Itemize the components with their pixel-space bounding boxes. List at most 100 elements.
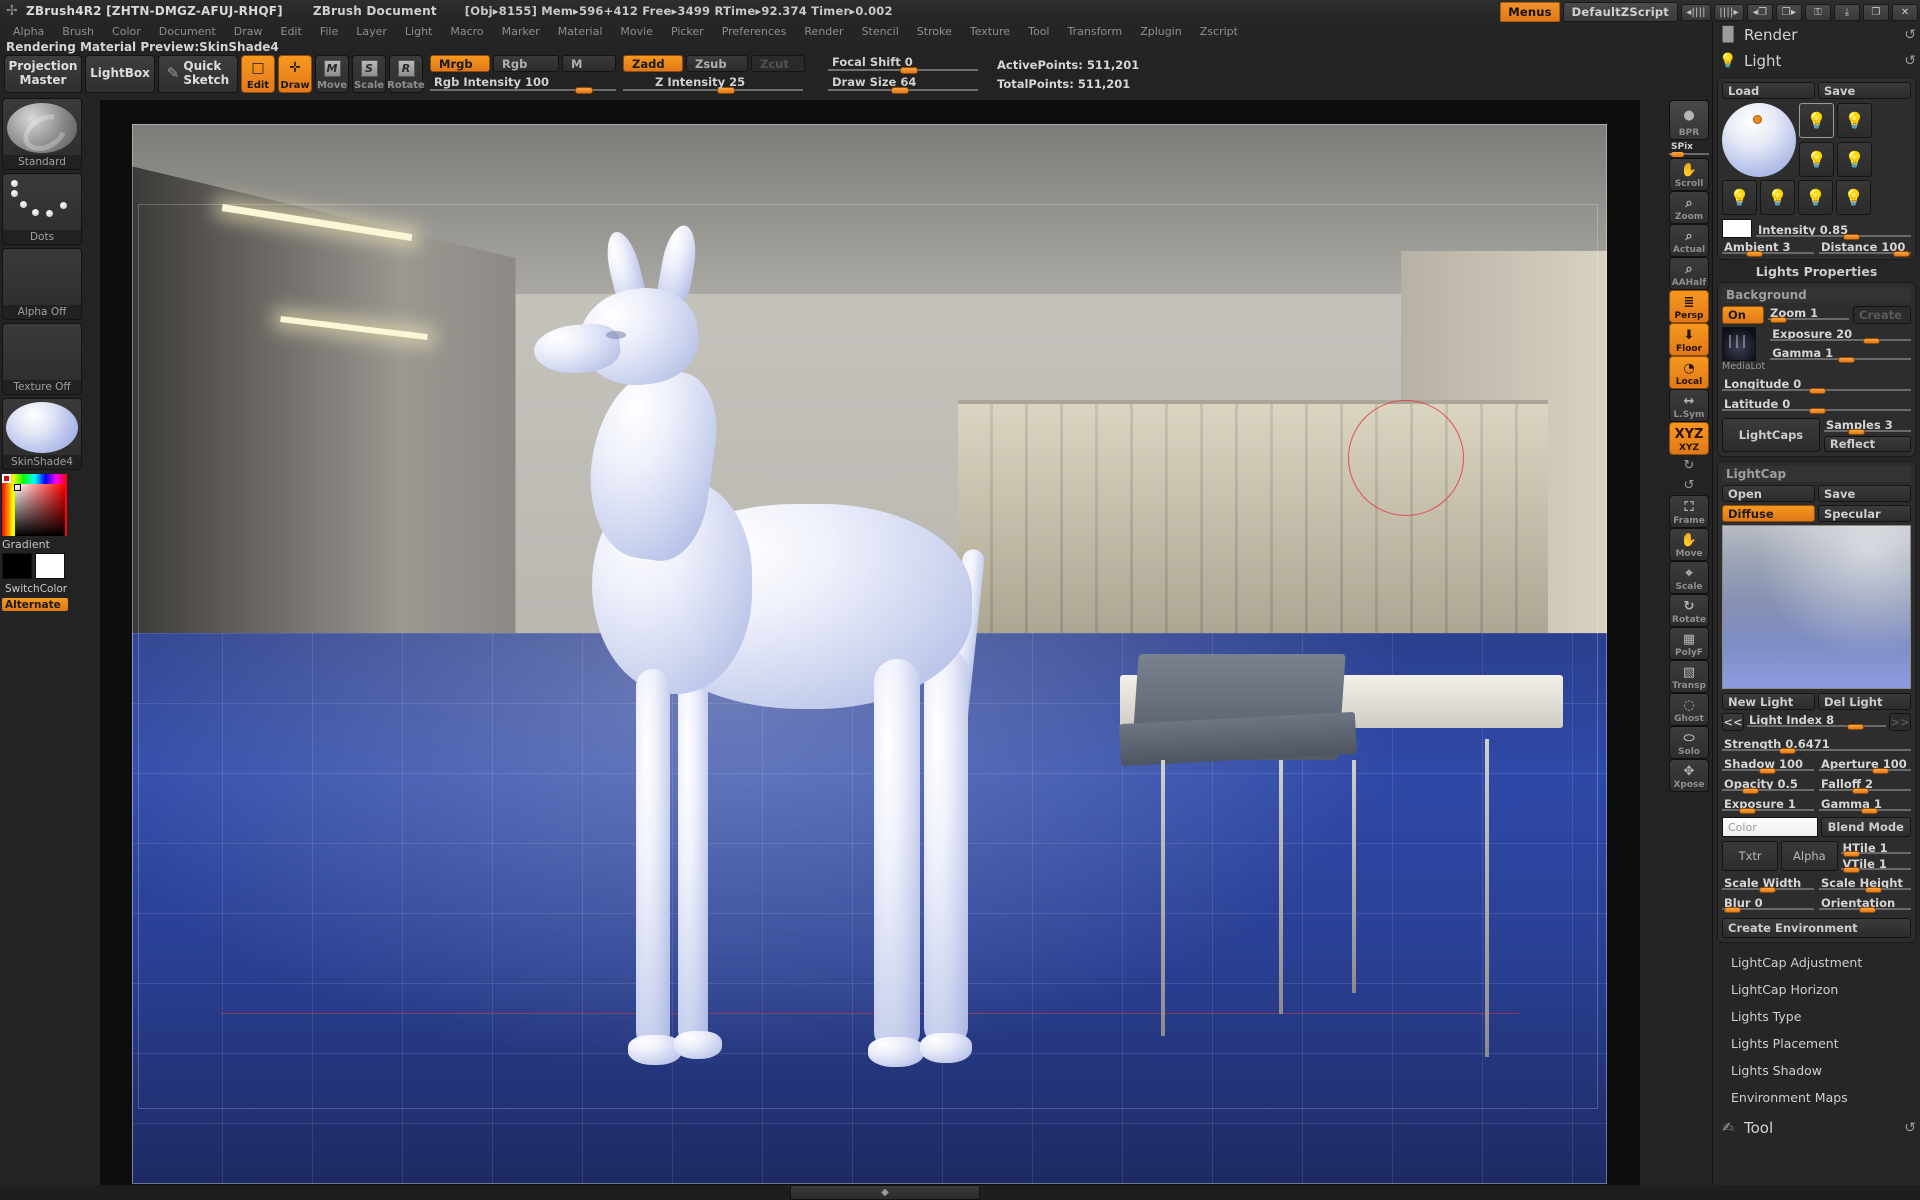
rightshelf-aahalf-button[interactable]: ⌕ AAHalf xyxy=(1669,257,1709,290)
latitude-slider[interactable]: Latitude 0 xyxy=(1722,397,1911,414)
alternate-button[interactable]: Alternate xyxy=(2,598,68,611)
canvas[interactable] xyxy=(100,100,1640,1185)
menu-item-stencil[interactable]: Stencil xyxy=(854,23,907,40)
tool-reset-icon[interactable]: ↺ xyxy=(1904,1120,1916,1136)
light-index-knob[interactable] xyxy=(1847,724,1865,730)
scale-width-knob[interactable] xyxy=(1758,887,1776,893)
rightshelf-rotate-button[interactable]: ↻ Rotate xyxy=(1669,594,1709,627)
strength-knob[interactable] xyxy=(1778,748,1796,754)
menu-item-layer[interactable]: Layer xyxy=(348,23,395,40)
light-slot-1[interactable]: 💡 xyxy=(1799,103,1834,138)
rightshelf-scroll-button[interactable]: ✋ Scroll xyxy=(1669,158,1709,191)
light-intensity-slider[interactable]: Intensity 0.85 xyxy=(1756,223,1911,240)
menu-item-tool[interactable]: Tool xyxy=(1020,23,1057,40)
distance-slider[interactable]: Distance 100 xyxy=(1819,240,1911,257)
menu-item-render[interactable]: Render xyxy=(796,23,851,40)
light-index-prev-button[interactable]: << xyxy=(1722,713,1744,731)
menu-item-draw[interactable]: Draw xyxy=(226,23,271,40)
rightshelf-transp-button[interactable]: ▧ Transp xyxy=(1669,660,1709,693)
menu-item-edit[interactable]: Edit xyxy=(273,23,310,40)
m-button[interactable]: M xyxy=(562,55,616,72)
light-save-button[interactable]: Save xyxy=(1818,82,1911,99)
menu-item-document[interactable]: Document xyxy=(151,23,224,40)
alpha-palette-thumbnail[interactable]: Alpha Off xyxy=(2,248,82,320)
saturation-value-square[interactable] xyxy=(15,484,65,536)
scale-height-knob[interactable] xyxy=(1865,887,1882,893)
menu-item-movie[interactable]: Movie xyxy=(612,23,661,40)
scale-height-slider[interactable]: Scale Height xyxy=(1819,876,1911,893)
light-index-next-button[interactable]: >> xyxy=(1889,713,1911,731)
opacity-knob[interactable] xyxy=(1742,788,1760,794)
primary-color-swatch[interactable] xyxy=(2,553,32,579)
menu-item-preferences[interactable]: Preferences xyxy=(714,23,795,40)
menu-item-file[interactable]: File xyxy=(312,23,346,40)
light-slot-4[interactable]: 💡 xyxy=(1837,141,1872,177)
lightcap-save-button[interactable]: Save xyxy=(1818,485,1911,502)
menu-item-zscript[interactable]: Zscript xyxy=(1192,23,1246,40)
subpalette-lights-shadow[interactable]: Lights Shadow xyxy=(1717,1057,1916,1084)
bg-gamma-knob[interactable] xyxy=(1837,357,1855,363)
shadow-slider[interactable]: Shadow 100 xyxy=(1722,757,1814,774)
menu-item-transform[interactable]: Transform xyxy=(1060,23,1131,40)
menu-item-material[interactable]: Material xyxy=(550,23,611,40)
rightshelf-zoom-button[interactable]: ⌕ Zoom xyxy=(1669,191,1709,224)
mrgb-button[interactable]: Mrgb xyxy=(430,55,490,72)
ambient-knob[interactable] xyxy=(1745,251,1763,257)
light-palette-header[interactable]: 💡 Light ↺ xyxy=(1717,48,1916,74)
lock-icon[interactable]: ⚿ xyxy=(1805,3,1831,21)
lc-gamma-slider[interactable]: Gamma 1 xyxy=(1819,797,1911,814)
render-palette-header[interactable]: █ Render ↺ xyxy=(1717,22,1916,48)
menu-item-zplugin[interactable]: Zplugin xyxy=(1132,23,1190,40)
menu-item-alpha[interactable]: Alpha xyxy=(5,23,52,40)
light-index-slider[interactable]: Light Index 8 xyxy=(1747,713,1886,730)
rightshelf-actual-button[interactable]: ⌕ Actual xyxy=(1669,224,1709,257)
subpalette-lightcap-horizon[interactable]: LightCap Horizon xyxy=(1717,976,1916,1003)
texture-palette-thumbnail[interactable]: Texture Off xyxy=(2,323,82,395)
lights-properties-title[interactable]: Lights Properties xyxy=(1717,264,1916,279)
light-slot-2[interactable]: 💡 xyxy=(1837,103,1872,138)
blur-slider[interactable]: Blur 0 xyxy=(1722,896,1814,913)
menu-item-color[interactable]: Color xyxy=(104,23,149,40)
projection-master-button[interactable]: Projection Master xyxy=(4,55,82,93)
focal-shift-slider[interactable]: Focal Shift 0 xyxy=(828,55,978,74)
blur-knob[interactable] xyxy=(1723,907,1741,913)
medialot-thumbnail[interactable] xyxy=(1722,327,1756,361)
spix-knob[interactable] xyxy=(1671,152,1684,157)
light-slot-8[interactable]: 💡 xyxy=(1836,180,1871,215)
lc-gamma-knob[interactable] xyxy=(1861,808,1879,814)
lightcap-open-button[interactable]: Open xyxy=(1722,485,1815,502)
latitude-knob[interactable] xyxy=(1808,408,1826,414)
htile-slider[interactable]: HTile 1 xyxy=(1840,841,1912,857)
vtile-slider[interactable]: VTile 1 xyxy=(1840,857,1912,873)
rgb-intensity-slider[interactable]: Rgb Intensity 100 xyxy=(430,75,616,94)
aperture-slider[interactable]: Aperture 100 xyxy=(1819,757,1911,774)
specular-button[interactable]: Specular xyxy=(1818,505,1911,522)
txtr-button[interactable]: Txtr xyxy=(1722,841,1779,871)
switchcolor-button[interactable]: SwitchColor xyxy=(2,582,68,595)
rightshelf-xpose-button[interactable]: ✥ Xpose xyxy=(1669,759,1709,792)
menu-item-brush[interactable]: Brush xyxy=(54,23,102,40)
menu-item-light[interactable]: Light xyxy=(397,23,440,40)
bg-exposure-slider[interactable]: Exposure 20 xyxy=(1770,327,1911,344)
lightcaps-button[interactable]: LightCaps xyxy=(1722,418,1820,452)
bpr-render-button[interactable]: ● BPR xyxy=(1669,100,1709,140)
stroke-palette-thumbnail[interactable]: Dots xyxy=(2,173,82,245)
menu-item-picker[interactable]: Picker xyxy=(663,23,712,40)
rotate-y-icon[interactable]: ↻ xyxy=(1669,455,1709,475)
rgb-button[interactable]: Rgb xyxy=(493,55,559,72)
rotate-button[interactable]: R Rotate xyxy=(387,55,425,93)
new-light-button[interactable]: New Light xyxy=(1722,693,1815,710)
move-button[interactable]: M Move xyxy=(315,55,349,93)
rightshelf-solo-button[interactable]: ⬭ Solo xyxy=(1669,726,1709,759)
rightshelf-scale-button[interactable]: ⌖ Scale xyxy=(1669,561,1709,594)
scale-width-slider[interactable]: Scale Width xyxy=(1722,876,1814,893)
menu-item-marker[interactable]: Marker xyxy=(494,23,548,40)
tray-left-icon[interactable]: ◂❐ xyxy=(1747,3,1773,21)
subpalette-lightcap-adjustment[interactable]: LightCap Adjustment xyxy=(1717,949,1916,976)
minimize-button[interactable]: ⤓ xyxy=(1834,3,1860,21)
subpalette-lights-type[interactable]: Lights Type xyxy=(1717,1003,1916,1030)
create-environment-button[interactable]: Create Environment xyxy=(1722,918,1911,938)
bg-exposure-knob[interactable] xyxy=(1863,338,1881,344)
light-slot-5[interactable]: 💡 xyxy=(1722,180,1757,215)
blend-mode-button[interactable]: Blend Mode xyxy=(1820,817,1911,837)
